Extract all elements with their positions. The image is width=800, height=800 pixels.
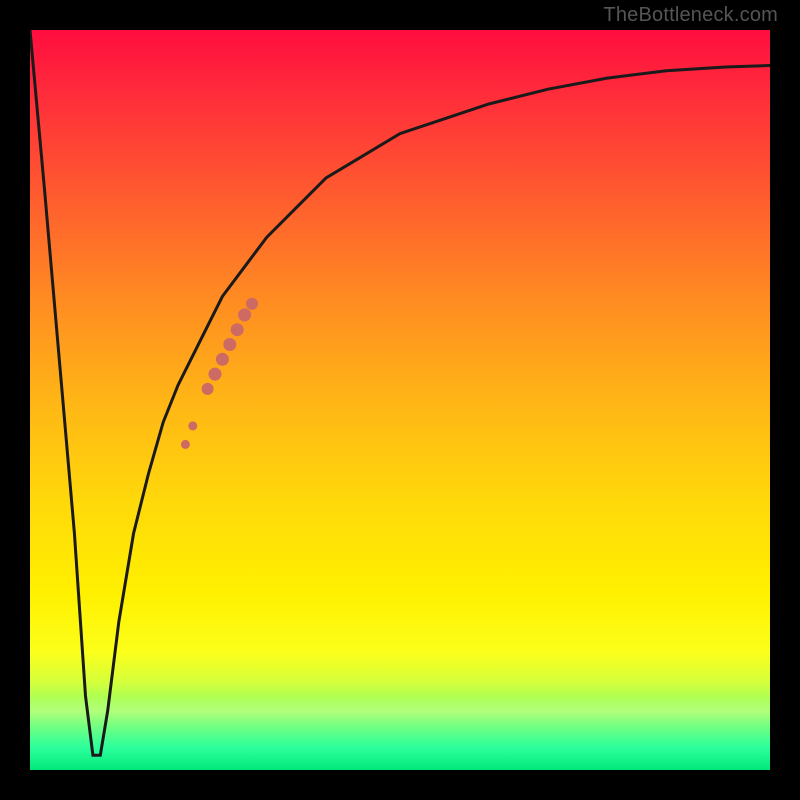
data-marker: [209, 368, 222, 381]
data-marker: [181, 440, 190, 449]
watermark-text: TheBottleneck.com: [603, 4, 778, 27]
data-marker: [223, 338, 236, 351]
data-marker: [202, 383, 214, 395]
data-marker: [238, 308, 251, 321]
bottleneck-curve: [30, 30, 770, 755]
data-marker: [216, 353, 229, 366]
curve-layer: [30, 30, 770, 770]
chart-frame: TheBottleneck.com: [0, 0, 800, 800]
data-marker: [246, 298, 258, 310]
marker-group: [181, 298, 258, 449]
data-marker: [188, 421, 197, 430]
plot-area: [30, 30, 770, 770]
data-marker: [231, 323, 244, 336]
